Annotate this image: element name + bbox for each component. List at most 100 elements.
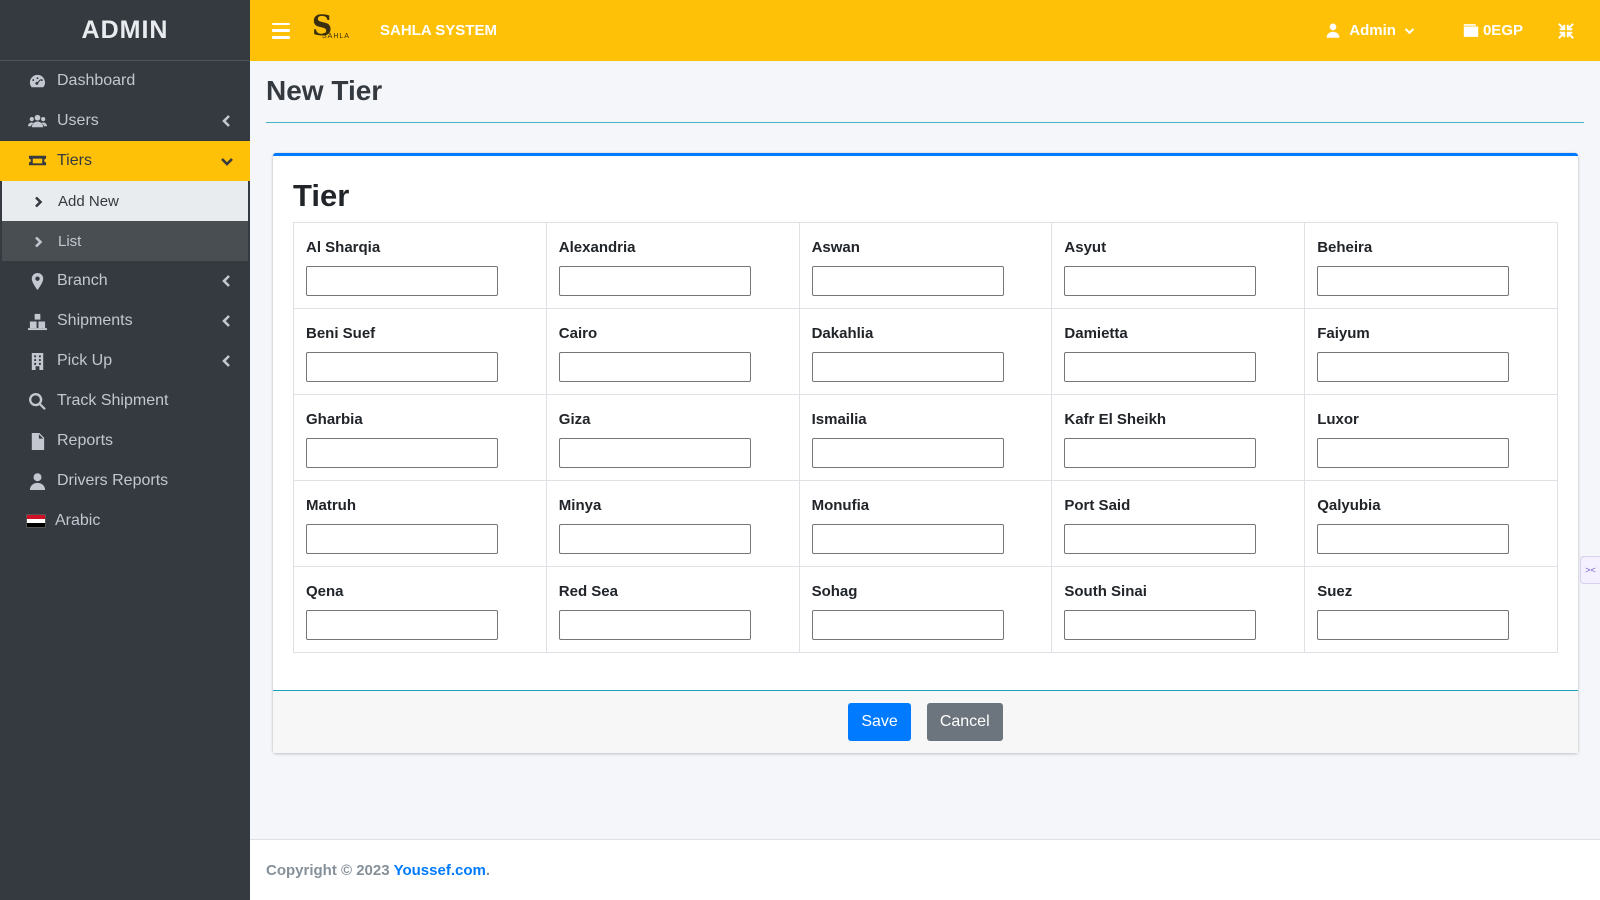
tier-form-grid: Al Sharqia Alexandria Aswan Asyut Beheira Ben…: [293, 222, 1558, 653]
side-panel-handle[interactable]: ><: [1580, 556, 1600, 584]
search-icon: [26, 391, 48, 411]
system-name[interactable]: SAHLA SYSTEM: [380, 22, 497, 39]
region-price-input[interactable]: [811, 438, 1004, 468]
sidebar-subitem-add-new[interactable]: Add New: [2, 181, 248, 221]
region-label: Qena: [306, 583, 344, 600]
region-price-input[interactable]: [558, 266, 751, 296]
form-row: Beni Suef Cairo Dakahlia Damietta Faiyum: [293, 308, 1558, 395]
region-price-input[interactable]: [1064, 266, 1257, 296]
region-label: Beheira: [1317, 239, 1373, 256]
region-price-input[interactable]: [306, 524, 498, 554]
save-button[interactable]: Save: [848, 703, 911, 741]
region-price-input[interactable]: [558, 438, 751, 468]
dashboard-icon: [26, 71, 48, 91]
form-cell: Cairo: [545, 308, 800, 395]
region-price-input[interactable]: [558, 610, 751, 640]
form-cell: Matruh: [293, 480, 547, 567]
region-label: Qalyubia: [1317, 497, 1381, 514]
region-label: Faiyum: [1317, 325, 1370, 342]
region-price-input[interactable]: [306, 610, 498, 640]
region-price-input[interactable]: [811, 266, 1004, 296]
form-cell: Damietta: [1051, 308, 1306, 395]
sidebar-item-pick-up[interactable]: Pick Up: [0, 341, 250, 381]
sidebar-item-track-shipment[interactable]: Track Shipment: [0, 381, 250, 421]
region-price-input[interactable]: [1064, 610, 1257, 640]
menu-toggle-icon[interactable]: [272, 22, 290, 39]
region-price-input[interactable]: [306, 266, 498, 296]
region-price-input[interactable]: [811, 610, 1004, 640]
region-label: Port Said: [1064, 497, 1131, 514]
region-price-input[interactable]: [1317, 438, 1510, 468]
chevron-right-icon: [32, 235, 44, 248]
user-menu[interactable]: Admin: [1325, 22, 1415, 39]
sidebar-item-label: Drivers Reports: [57, 472, 169, 489]
region-label: Matruh: [306, 497, 356, 514]
form-cell: Minya: [545, 480, 800, 567]
sidebar-item-arabic[interactable]: Arabic: [0, 501, 250, 541]
card-footer: Save Cancel: [273, 690, 1578, 753]
form-cell: Ismailia: [798, 394, 1053, 481]
sidebar-item-label: Branch: [57, 272, 108, 289]
region-label: Monufia: [811, 497, 870, 514]
main-content: New Tier Tier Al Sharqia Alexandria Aswan A…: [250, 61, 1600, 839]
balance-indicator[interactable]: 0EGP: [1463, 22, 1523, 39]
region-price-input[interactable]: [1064, 352, 1257, 382]
cancel-button[interactable]: Cancel: [926, 703, 1003, 741]
sidebar-item-users[interactable]: Users: [0, 101, 250, 141]
sidebar-item-label: Track Shipment: [57, 392, 169, 409]
sidebar-item-tiers[interactable]: Tiers: [0, 141, 250, 181]
region-price-input[interactable]: [1317, 352, 1510, 382]
region-price-input[interactable]: [558, 524, 751, 554]
region-price-input[interactable]: [811, 352, 1004, 382]
region-price-input[interactable]: [558, 352, 751, 382]
copyright-text: Copyright © 2023: [266, 861, 390, 879]
sidebar-item-label: Pick Up: [57, 352, 113, 369]
region-label: Suez: [1317, 583, 1353, 600]
region-price-input[interactable]: [1064, 438, 1257, 468]
app-logo[interactable]: S SAHLA: [310, 9, 360, 49]
sidebar-item-branch[interactable]: Branch: [0, 261, 250, 301]
sidebar-item-shipments[interactable]: Shipments: [0, 301, 250, 341]
sidebar-subitem-list[interactable]: List: [2, 221, 248, 261]
footer-period: .: [485, 861, 491, 879]
sidebar-item-label: Arabic: [55, 512, 101, 529]
region-label: Sohag: [811, 583, 858, 600]
chevron-down-icon: [1404, 28, 1415, 35]
card-title: Tier: [293, 178, 350, 213]
sidebar-item-reports[interactable]: Reports: [0, 421, 250, 461]
region-price-input[interactable]: [811, 524, 1004, 554]
top-right-menu: Admin 0EGP: [1325, 22, 1600, 40]
egypt-flag-icon: [26, 514, 46, 528]
region-label: Minya: [558, 497, 602, 514]
region-price-input[interactable]: [1064, 524, 1257, 554]
form-cell: Beheira: [1304, 222, 1558, 309]
user-name: Admin: [1349, 22, 1396, 39]
sidebar-brand[interactable]: ADMIN: [0, 0, 250, 61]
fullscreen-icon[interactable]: [1557, 22, 1575, 40]
sidebar-item-label: Tiers: [57, 152, 92, 169]
form-cell: Port Said: [1051, 480, 1306, 567]
region-price-input[interactable]: [1317, 524, 1510, 554]
form-cell: Qalyubia: [1304, 480, 1558, 567]
region-label: Asyut: [1064, 239, 1107, 256]
chevron-down-icon: [220, 154, 234, 168]
form-cell: Luxor: [1304, 394, 1558, 481]
region-price-input[interactable]: [306, 352, 498, 382]
sidebar-item-dashboard[interactable]: Dashboard: [0, 61, 250, 101]
sidebar-item-drivers-reports[interactable]: Drivers Reports: [0, 461, 250, 501]
region-label: Dakahlia: [811, 325, 874, 342]
form-cell: Dakahlia: [798, 308, 1053, 395]
form-row: Matruh Minya Monufia Port Said Qalyubia: [293, 480, 1558, 567]
region-label: Giza: [558, 411, 591, 428]
region-label: Ismailia: [811, 411, 867, 428]
chevron-left-icon: [220, 354, 234, 368]
region-price-input[interactable]: [1317, 610, 1510, 640]
chevron-left-icon: [220, 274, 234, 288]
region-price-input[interactable]: [1317, 266, 1510, 296]
user-icon: [1326, 23, 1340, 38]
region-price-input[interactable]: [306, 438, 498, 468]
form-cell: Faiyum: [1304, 308, 1558, 395]
footer-link[interactable]: Youssef.com: [394, 862, 486, 879]
building-icon: [26, 351, 48, 371]
users-icon: [26, 111, 48, 131]
